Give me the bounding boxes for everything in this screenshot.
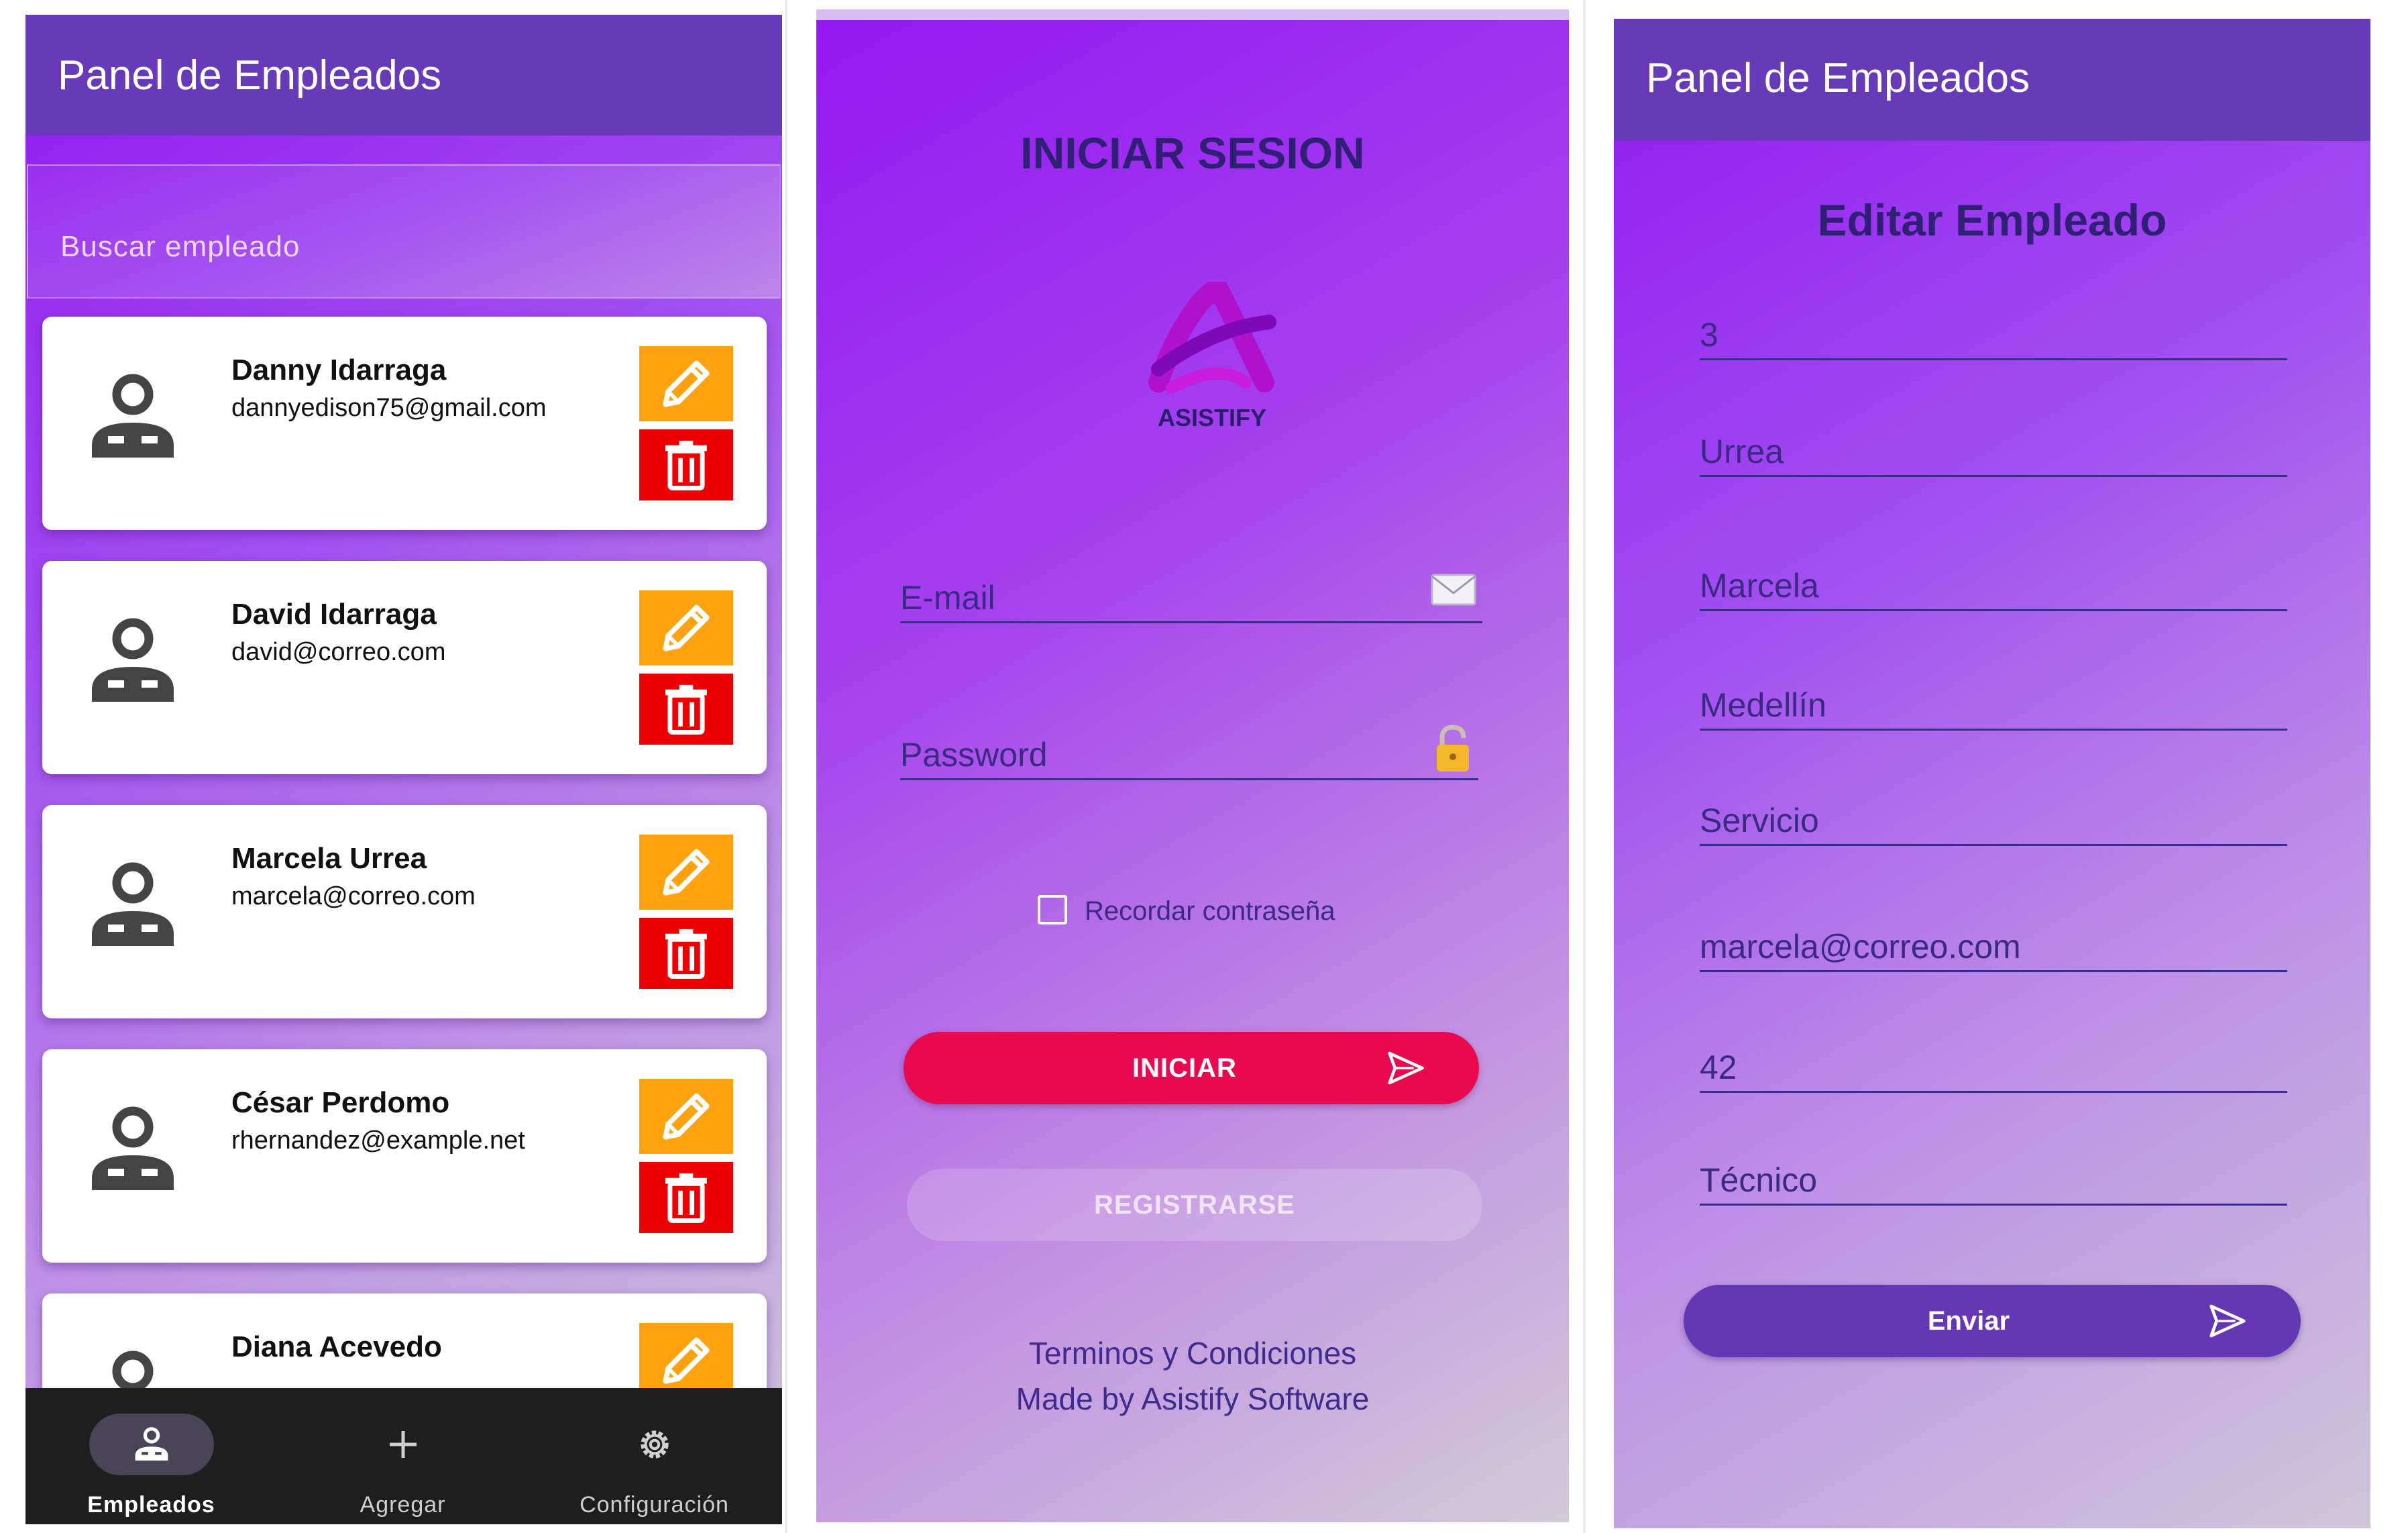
person-badge-icon: [89, 859, 176, 953]
bottom-nav: Empleados Agregar Configuración: [25, 1388, 782, 1524]
login-title: INICIAR SESION: [1020, 128, 1365, 178]
form-heading: Editar Empleado: [1817, 195, 2167, 245]
employee-email: david@correo.com: [231, 638, 446, 666]
id-field[interactable]: 3: [1700, 294, 2287, 360]
password-placeholder: Password: [900, 736, 1048, 774]
field-value: Marcela: [1700, 567, 1819, 604]
login-button-label: INICIAR: [1132, 1053, 1237, 1083]
screen-divider: [1583, 0, 1586, 1533]
employee-email: dannyedison75@gmail.com: [231, 394, 547, 422]
person-badge-icon: [89, 370, 176, 464]
nav-item-empleados[interactable]: Empleados: [25, 1388, 277, 1524]
employee-email: rhernandez@example.net: [231, 1126, 525, 1155]
send-icon: [2208, 1302, 2247, 1340]
email-field[interactable]: E-mail: [900, 557, 1482, 623]
last-name-field[interactable]: Urrea: [1700, 411, 2287, 477]
plus-icon: [390, 1431, 417, 1458]
page-title: Panel de Empleados: [1646, 55, 2030, 101]
nav-item-agregar[interactable]: Agregar: [277, 1388, 529, 1524]
role-field[interactable]: Técnico: [1700, 1139, 2287, 1206]
send-icon: [1386, 1049, 1425, 1088]
edit-button[interactable]: [639, 346, 733, 421]
field-value: Urrea: [1700, 433, 1784, 470]
field-value: Servicio: [1700, 802, 1819, 839]
delete-button[interactable]: [639, 918, 733, 989]
person-badge-icon: [135, 1427, 168, 1461]
page-title: Panel de Empleados: [58, 52, 442, 99]
login-screen: INICIAR SESION ASISTIFY E-mail Password …: [816, 9, 1569, 1522]
employee-card[interactable]: Marcela Urrea marcela@correo.com: [42, 805, 767, 1018]
remember-label: Recordar contraseña: [1085, 896, 1335, 926]
register-button[interactable]: REGISTRARSE: [907, 1169, 1482, 1241]
employee-list-screen: Panel de Empleados Buscar empleado Danny…: [25, 15, 782, 1524]
edit-button[interactable]: [639, 590, 733, 666]
nav-item-configuracion[interactable]: Configuración: [529, 1388, 780, 1524]
nav-label: Agregar: [360, 1492, 446, 1518]
nav-label: Empleados: [87, 1492, 215, 1518]
nav-icon-wrap: [341, 1414, 466, 1475]
remember-checkbox[interactable]: [1038, 895, 1067, 924]
field-value: Medellín: [1700, 686, 1826, 724]
nav-icon-wrap: [592, 1414, 717, 1475]
logo-text: ASISTIFY: [1157, 404, 1267, 431]
gear-icon: [641, 1430, 669, 1459]
trash-icon: [657, 680, 715, 738]
login-button[interactable]: INICIAR: [904, 1032, 1479, 1104]
edit-button[interactable]: [639, 1323, 733, 1398]
envelope-icon: [1431, 574, 1476, 606]
employee-name: Diana Acevedo: [231, 1330, 442, 1363]
trash-icon: [657, 924, 715, 982]
employee-name: Marcela Urrea: [231, 842, 427, 875]
pencil-icon: [654, 1084, 718, 1149]
email-field[interactable]: marcela@correo.com: [1700, 906, 2287, 972]
register-button-label: REGISTRARSE: [1094, 1190, 1295, 1220]
first-name-field[interactable]: Marcela: [1700, 545, 2287, 611]
department-field[interactable]: Servicio: [1700, 780, 2287, 846]
field-value: marcela@correo.com: [1700, 928, 2021, 965]
edit-button[interactable]: [639, 835, 733, 910]
trash-icon: [657, 436, 715, 494]
nav-label: Configuración: [580, 1492, 729, 1518]
lock-icon: [1437, 725, 1469, 772]
employee-card[interactable]: Danny Idarraga dannyedison75@gmail.com: [42, 317, 767, 530]
delete-button[interactable]: [639, 674, 733, 745]
submit-button[interactable]: Enviar: [1684, 1285, 2301, 1357]
pencil-icon: [654, 596, 718, 660]
email-placeholder: E-mail: [900, 579, 995, 617]
employee-email: marcela@correo.com: [231, 882, 476, 910]
delete-button[interactable]: [639, 429, 733, 500]
app-bar: Panel de Empleados: [25, 15, 782, 136]
employee-name: David Idarraga: [231, 598, 437, 631]
edit-button[interactable]: [639, 1079, 733, 1154]
delete-button[interactable]: [639, 1162, 733, 1233]
city-field[interactable]: Medellín: [1700, 664, 2287, 731]
field-value: Técnico: [1700, 1161, 1818, 1199]
app-logo: ASISTIFY: [1132, 282, 1293, 436]
app-bar: Panel de Empleados: [1614, 19, 2370, 141]
remember-checkbox-row[interactable]: Recordar contraseña: [1038, 892, 1440, 933]
person-badge-icon: [89, 615, 176, 708]
age-field[interactable]: 42: [1700, 1026, 2287, 1093]
employee-card[interactable]: César Perdomo rhernandez@example.net: [42, 1049, 767, 1263]
pencil-icon: [654, 1328, 718, 1393]
terms-link[interactable]: Terminos y Condiciones: [816, 1335, 1569, 1371]
employee-name: Danny Idarraga: [231, 354, 447, 386]
employee-card[interactable]: David Idarraga david@correo.com: [42, 561, 767, 774]
credits-text: Made by Asistify Software: [1016, 1381, 1370, 1416]
field-value: 42: [1700, 1049, 1737, 1086]
person-badge-icon: [89, 1103, 176, 1197]
nav-active-indicator: [89, 1414, 214, 1475]
submit-button-label: Enviar: [1927, 1306, 2010, 1336]
employee-name: César Perdomo: [231, 1086, 450, 1119]
pencil-icon: [654, 840, 718, 904]
password-field[interactable]: Password: [900, 711, 1478, 780]
search-placeholder: Buscar empleado: [60, 230, 300, 263]
pencil-icon: [654, 352, 718, 416]
trash-icon: [657, 1169, 715, 1226]
search-input[interactable]: Buscar empleado: [27, 164, 781, 299]
field-value: 3: [1700, 316, 1718, 354]
logo-mark: [1148, 282, 1276, 394]
screen-divider: [785, 0, 787, 1533]
edit-employee-screen: Panel de Empleados Editar Empleado 3 Urr…: [1614, 19, 2370, 1528]
